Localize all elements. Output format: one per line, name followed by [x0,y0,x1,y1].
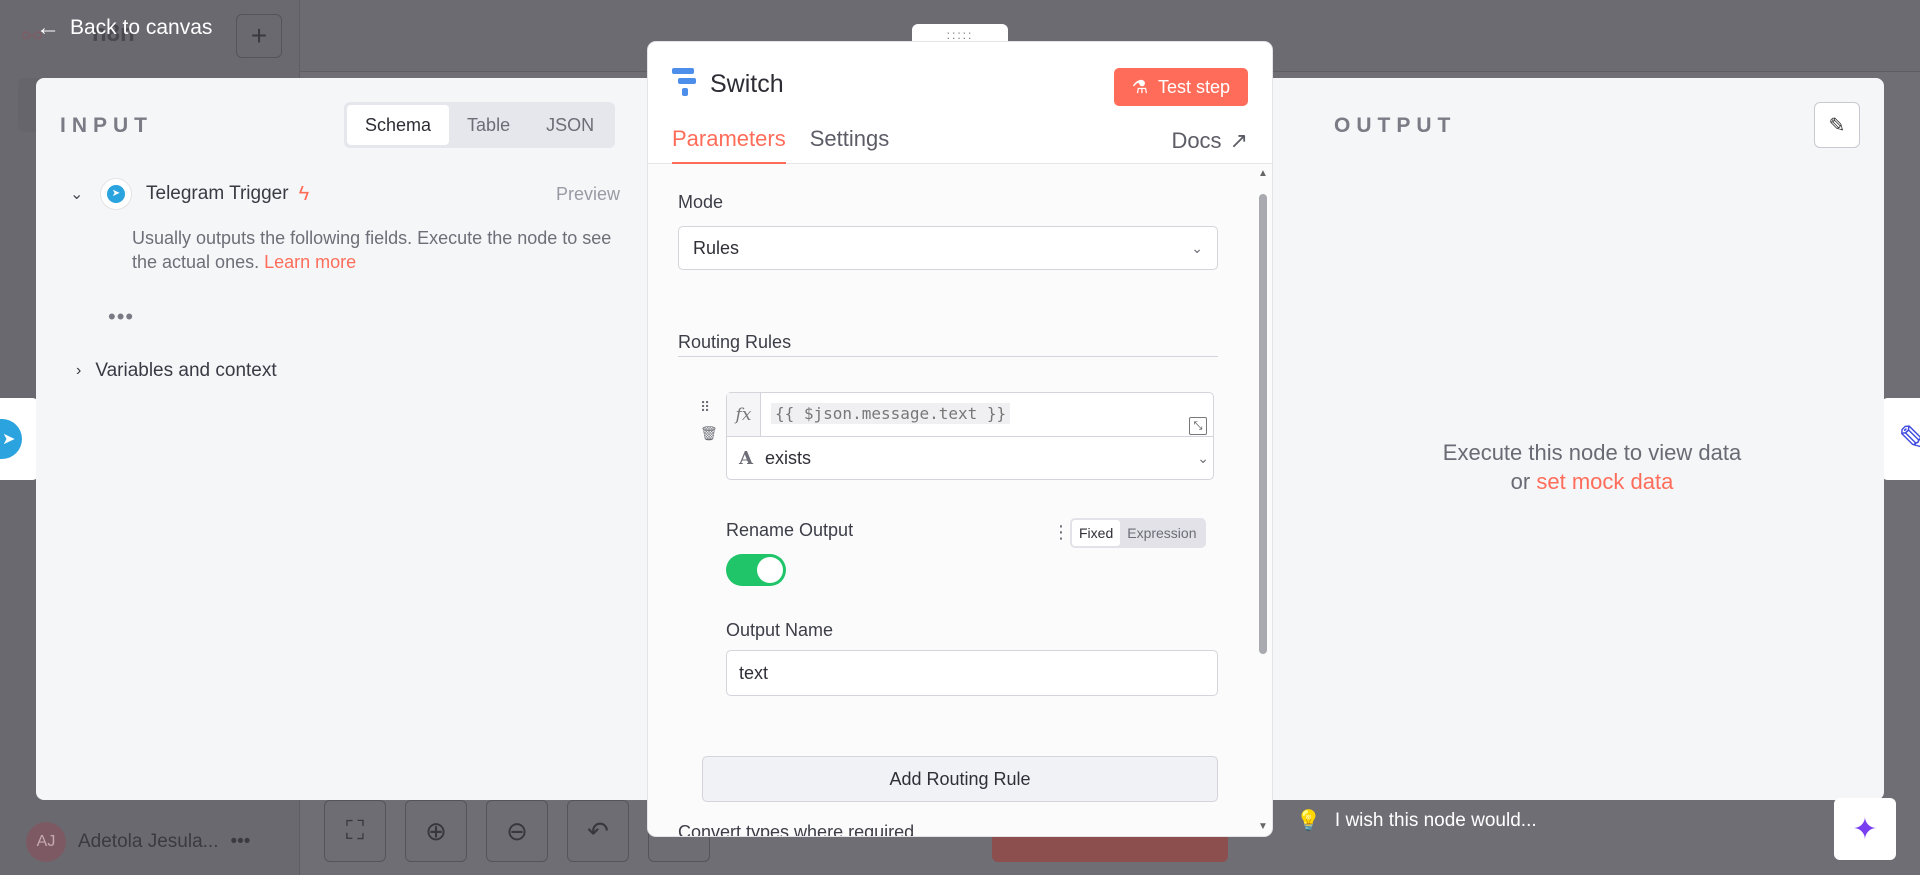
external-link-icon: ↗ [1229,128,1248,153]
more-fields-button[interactable]: ••• [108,304,134,330]
user-more-icon: ••• [230,831,251,852]
routing-rules-label: Routing Rules [678,332,792,352]
test-step-button[interactable]: ⚗ Test step [1113,68,1248,106]
pencil-icon: ✎ [1828,114,1846,137]
tab-json[interactable]: JSON [528,105,612,145]
input-pane: INPUT Schema Table JSON ⌄ ➤ Telegram Tri… [36,78,648,800]
rename-output-toggle[interactable] [726,554,786,586]
output-pane: OUTPUT ✎ Execute this node to view data … [1272,78,1884,800]
docs-label: Docs [1171,128,1222,153]
fixed-expression-toggle: Fixed Expression [1070,518,1206,548]
panel-header: Switch ⚗ Test step Parameters Settings D… [648,42,1272,165]
panel-tabs: Parameters Settings [672,126,889,165]
scroll-up-icon[interactable]: ▲ [1256,168,1270,179]
fit-view-icon: ⛶ [324,800,386,862]
operator-value: exists [764,447,811,468]
tab-parameters[interactable]: Parameters [672,126,786,165]
scrollbar-thumb[interactable] [1259,194,1267,654]
feedback-label: I wish this node would... [1334,809,1537,831]
parameters-body: Mode Rules ⌄ Routing Rules ⠿ 🗑 fx {{ $js… [648,164,1272,836]
variables-label: Variables and context [95,360,277,381]
input-node-name: Telegram Trigger [146,183,289,204]
panel-drag-handle[interactable]: ::::: [912,24,1008,44]
string-type-icon: A [739,447,753,469]
scroll-down-icon[interactable]: ▼ [1256,821,1270,832]
input-title: INPUT [60,114,153,137]
schema-hint-text: Usually outputs the following fields. Ex… [132,228,612,272]
zoom-out-icon: ⊖ [486,800,548,862]
back-to-canvas-label: Back to canvas [70,16,213,39]
node-title[interactable]: Switch [710,70,784,99]
background-user: AJ Adetola Jesula... ••• [26,822,250,862]
variables-and-context-row[interactable]: › Variables and context [76,360,277,382]
telegram-icon: ➤ [0,419,22,459]
chevron-down-icon[interactable]: ⌄ [70,184,100,204]
trigger-bolt-icon: ϟ [298,182,310,205]
mode-value: Rules [693,237,740,258]
node-parameters-panel: Switch ⚗ Test step Parameters Settings D… [648,42,1272,836]
user-name: Adetola Jesula... [78,831,219,852]
tab-settings[interactable]: Settings [810,126,890,165]
output-title: OUTPUT [1334,114,1457,137]
tab-schema[interactable]: Schema [347,105,450,145]
output-empty-state: Execute this node to view data or set mo… [1352,438,1832,496]
set-mock-data-link[interactable]: set mock data [1536,469,1673,494]
drag-handle-icon[interactable]: ⠿ [700,394,718,420]
schema-hint: Usually outputs the following fields. Ex… [132,226,632,274]
undo-icon: ↶ [567,800,629,862]
input-view-switcher: Schema Table JSON [344,102,616,148]
output-node-tab[interactable]: ✎ [1880,398,1920,480]
docs-link[interactable]: Docs ↗ [1171,128,1248,154]
back-to-canvas-button[interactable]: ← Back to canvas [36,14,212,42]
add-routing-rule-button[interactable]: Add Routing Rule [702,756,1218,802]
routing-rule: fx {{ $json.message.text }} ⤡ A exists ⌄ [726,392,1214,480]
output-name-label: Output Name [726,620,834,640]
feedback-link[interactable]: 💡 I wish this node would... [1296,808,1537,833]
parameters-scrollbar[interactable]: ▲ ▼ [1256,164,1270,836]
zoom-in-icon: ⊕ [405,800,467,862]
ai-assistant-button[interactable]: ✦ [1834,798,1896,860]
rule-tools: ⠿ 🗑 [700,394,718,446]
preview-label: Preview [555,183,620,204]
pen-icon: ✎ [1897,418,1920,459]
arrow-left-icon: ← [36,14,60,41]
input-node-tab[interactable]: ➤ [0,398,40,480]
telegram-trigger-icon: ➤ [100,178,132,210]
lightbulb-icon: 💡 [1296,810,1321,832]
rename-output-label: Rename Output [726,520,854,540]
section-divider [678,356,1218,357]
sparkle-icon: ✦ [1852,812,1878,846]
chevron-down-icon: ⌄ [1191,239,1203,256]
mode-label: Mode [678,192,724,212]
operator-select[interactable]: A exists ⌄ [739,436,1209,480]
expression-option[interactable]: Expression [1120,520,1203,546]
learn-more-link[interactable]: Learn more [264,252,356,272]
edit-output-button[interactable]: ✎ [1814,102,1860,148]
options-kebab-icon[interactable]: ⋮ [1052,522,1070,543]
fx-icon[interactable]: fx [727,393,761,436]
switch-node-icon [672,68,698,98]
output-name-input[interactable] [726,650,1218,696]
input-node-row[interactable]: ⌄ ➤ Telegram Trigger ϟ Preview [70,178,620,210]
background-add-icon: + [236,14,282,58]
avatar: AJ [26,822,66,862]
tab-table[interactable]: Table [449,105,528,145]
test-step-label: Test step [1157,76,1230,97]
output-or: or [1510,469,1537,494]
output-empty-message: Execute this node to view data [1442,440,1742,465]
chevron-down-icon: ⌄ [1197,449,1209,466]
fixed-option[interactable]: Fixed [1072,520,1121,546]
flask-icon: ⚗ [1131,76,1148,97]
rule-expression[interactable]: {{ $json.message.text }} [771,403,1011,424]
mode-select[interactable]: Rules ⌄ [678,226,1218,270]
trash-icon[interactable]: 🗑 [700,420,718,446]
expand-editor-icon[interactable]: ⤡ [1189,417,1207,435]
chevron-right-icon: › [76,362,82,379]
convert-types-label: Convert types where required [678,822,915,836]
